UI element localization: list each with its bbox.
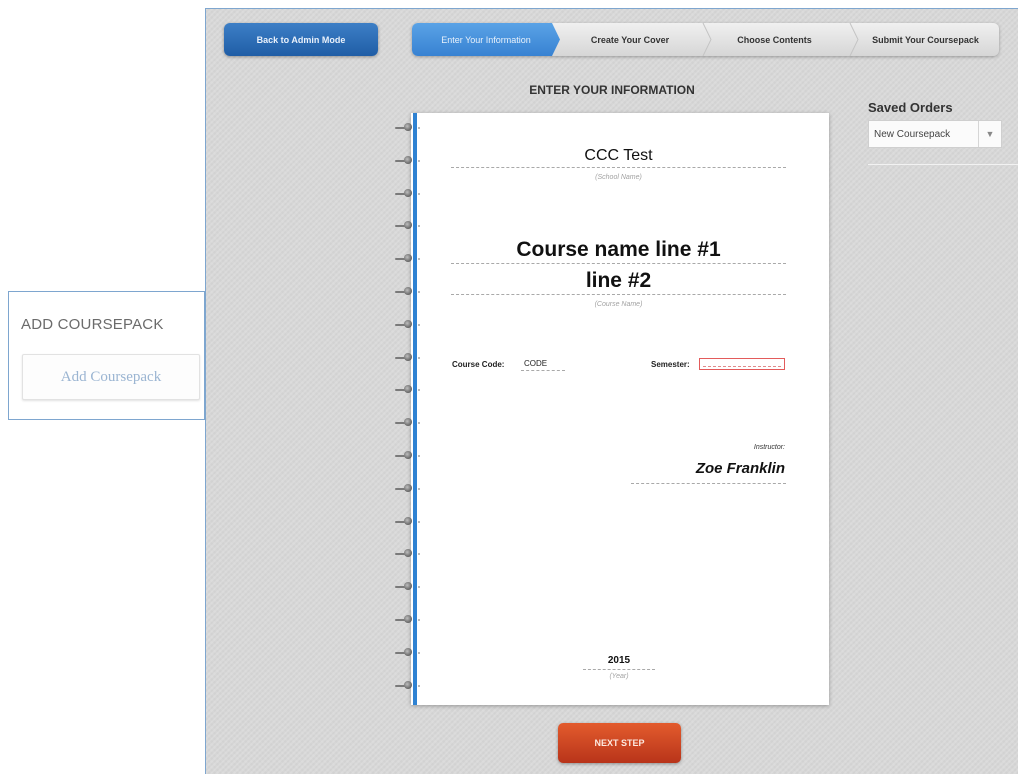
cover-preview-sheet: CCC Test (School Name) Course name line … bbox=[395, 113, 829, 705]
field-underline bbox=[631, 483, 786, 484]
course-code-field[interactable]: CODE bbox=[524, 359, 547, 368]
field-underline bbox=[451, 263, 786, 264]
binding-ring-icon bbox=[395, 647, 421, 659]
year-field[interactable]: 2015 bbox=[583, 655, 655, 666]
course-name-hint: (Course Name) bbox=[594, 301, 643, 308]
course-code-label: Course Code: bbox=[452, 360, 505, 369]
field-underline bbox=[583, 669, 655, 670]
next-step-button[interactable]: NEXT STEP bbox=[558, 723, 681, 763]
callout-title: ADD COURSEPACK bbox=[21, 316, 164, 333]
instructor-name-field[interactable]: Zoe Franklin bbox=[631, 460, 785, 477]
caret-down-icon[interactable]: ▼ bbox=[978, 121, 1001, 147]
step-create-cover[interactable]: Create Your Cover bbox=[560, 23, 700, 56]
binding-ring-icon bbox=[395, 220, 421, 232]
binding-ring-icon bbox=[395, 352, 421, 364]
binding-ring-icon bbox=[395, 483, 421, 495]
saved-orders-select[interactable]: New Coursepack ▼ bbox=[868, 120, 1002, 148]
spiral-binding bbox=[395, 113, 425, 705]
course-name-line1-field[interactable]: Course name line #1 bbox=[451, 238, 786, 262]
step-enter-information[interactable]: Enter Your Information bbox=[412, 23, 560, 56]
binding-ring-icon bbox=[395, 680, 421, 692]
step-submit-coursepack[interactable]: Submit Your Coursepack bbox=[852, 23, 999, 56]
app-frame: Back to Admin Mode Enter Your Informatio… bbox=[205, 8, 1018, 774]
school-name-hint: (School Name) bbox=[595, 174, 642, 181]
step-progress-bar: Enter Your Information Create Your Cover… bbox=[412, 23, 999, 56]
semester-field[interactable] bbox=[699, 358, 785, 370]
binding-ring-icon bbox=[395, 319, 421, 331]
field-underline bbox=[521, 370, 565, 371]
saved-orders-label: Saved Orders bbox=[868, 100, 953, 115]
back-to-admin-button[interactable]: Back to Admin Mode bbox=[224, 23, 378, 56]
binding-ring-icon bbox=[395, 516, 421, 528]
binding-ring-icon bbox=[395, 581, 421, 593]
school-name-field[interactable]: CCC Test bbox=[451, 147, 786, 165]
binding-ring-icon bbox=[395, 188, 421, 200]
add-coursepack-callout: ADD COURSEPACK Add Coursepack bbox=[8, 291, 205, 420]
instructor-label: Instructor: bbox=[753, 444, 785, 451]
step-divider bbox=[849, 23, 859, 56]
binding-ring-icon bbox=[395, 122, 421, 134]
binding-ring-icon bbox=[395, 286, 421, 298]
year-hint: (Year) bbox=[609, 673, 629, 680]
divider bbox=[868, 164, 1018, 165]
binding-ring-icon bbox=[395, 253, 421, 265]
step-choose-contents[interactable]: Choose Contents bbox=[702, 23, 847, 56]
saved-orders-value: New Coursepack bbox=[874, 129, 951, 140]
binding-ring-icon bbox=[395, 548, 421, 560]
semester-label: Semester: bbox=[651, 360, 690, 369]
binding-ring-icon bbox=[395, 384, 421, 396]
add-coursepack-button[interactable]: Add Coursepack bbox=[22, 354, 200, 400]
course-name-line2-field[interactable]: line #2 bbox=[451, 269, 786, 293]
binding-ring-icon bbox=[395, 155, 421, 167]
step-divider bbox=[702, 23, 712, 56]
binding-ring-icon bbox=[395, 450, 421, 462]
binding-ring-icon bbox=[395, 417, 421, 429]
binding-ring-icon bbox=[395, 614, 421, 626]
field-underline bbox=[451, 294, 786, 295]
field-underline bbox=[451, 167, 786, 168]
page-title: ENTER YOUR INFORMATION bbox=[529, 83, 695, 97]
